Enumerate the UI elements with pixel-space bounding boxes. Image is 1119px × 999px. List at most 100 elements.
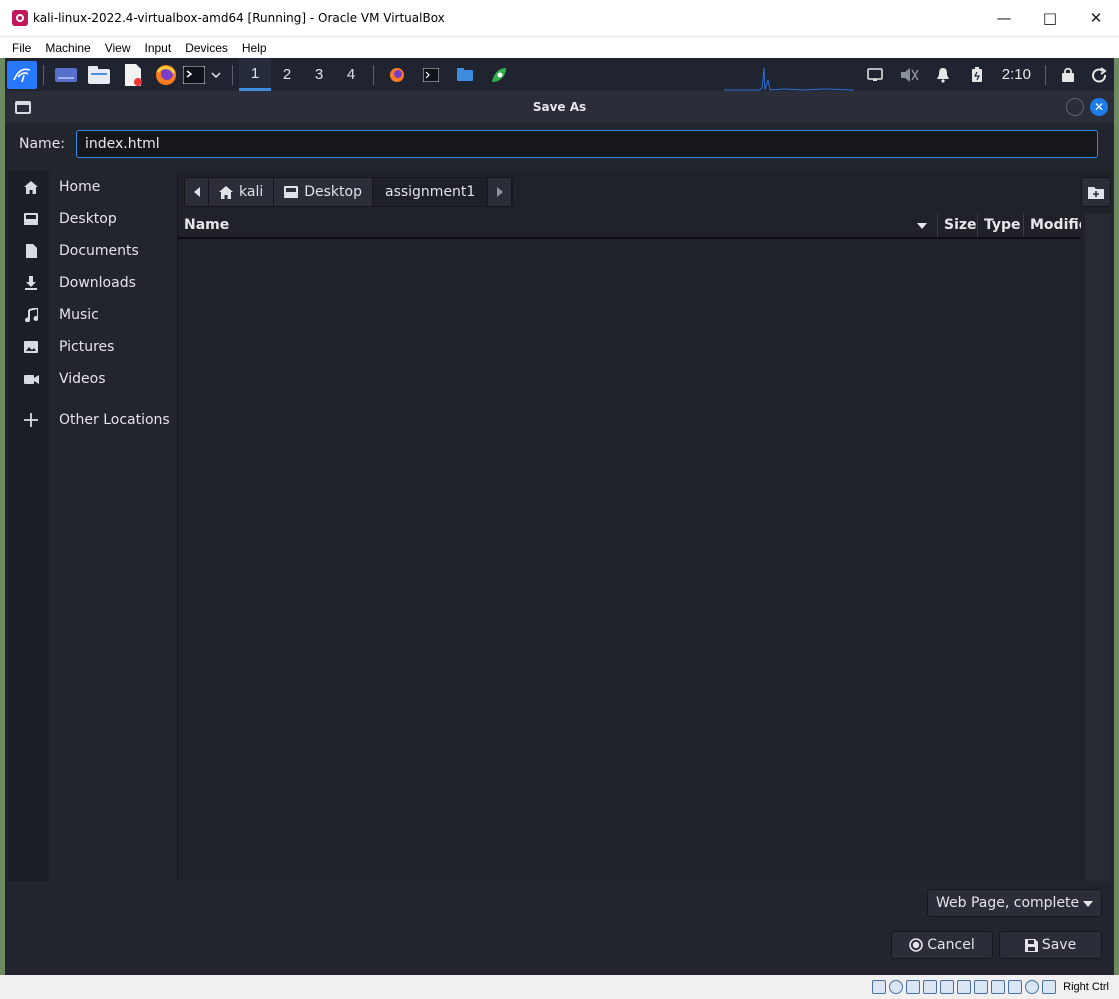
new-folder-button[interactable] <box>1081 177 1111 207</box>
column-label: Type <box>984 217 1021 233</box>
display-icon[interactable] <box>974 980 989 994</box>
workspace-4[interactable]: 4 <box>335 58 367 91</box>
menu-file[interactable]: File <box>5 41 38 55</box>
cancel-label: Cancel <box>927 937 975 953</box>
menu-view[interactable]: View <box>98 41 138 55</box>
places-sidebar: Home Desktop Documents Downloads Music P… <box>23 171 178 881</box>
music-icon <box>23 307 39 323</box>
column-size[interactable]: Size <box>938 213 978 237</box>
terminal-icon[interactable] <box>182 58 206 91</box>
task-terminal-icon[interactable] <box>414 58 448 91</box>
panel-clock[interactable]: 2:10 <box>994 66 1039 83</box>
breadcrumb-desktop[interactable]: Desktop <box>274 178 373 206</box>
kali-dragon-icon <box>13 68 31 82</box>
video-icon <box>23 371 39 387</box>
firefox-icon[interactable] <box>150 58 182 91</box>
dialog-title: Save As <box>532 100 587 114</box>
dropdown-arrow-icon <box>1083 901 1093 907</box>
notification-bell-icon[interactable] <box>926 58 960 91</box>
menu-machine[interactable]: Machine <box>38 41 97 55</box>
workspace-3[interactable]: 3 <box>303 58 335 91</box>
dialog-header: Save As ✕ <box>5 91 1114 123</box>
menu-devices[interactable]: Devices <box>178 41 235 55</box>
chevron-left-icon <box>193 187 200 197</box>
column-modified[interactable]: Modifie <box>1024 213 1081 237</box>
workspace-1[interactable]: 1 <box>239 58 271 91</box>
column-name[interactable]: Name <box>178 213 938 237</box>
host-window-title: kali-linux-2022.4-virtualbox-amd64 [Runn… <box>33 11 445 25</box>
plus-icon <box>23 412 39 428</box>
volume-muted-icon[interactable] <box>892 58 926 91</box>
breadcrumb-kali[interactable]: kali <box>209 178 275 206</box>
picture-icon <box>23 339 39 355</box>
network-icon[interactable] <box>858 58 892 91</box>
place-other-locations[interactable]: Other Locations <box>8 404 178 436</box>
minimize-button[interactable]: — <box>981 0 1027 36</box>
place-documents[interactable]: Documents <box>8 235 178 267</box>
file-manager-icon[interactable] <box>82 58 116 91</box>
network-adapter-icon[interactable] <box>923 980 938 994</box>
save-label: Save <box>1041 937 1077 953</box>
file-list[interactable] <box>178 239 1081 881</box>
audio-icon[interactable] <box>906 980 921 994</box>
vt-x-icon[interactable] <box>1008 980 1023 994</box>
chevron-down-icon[interactable] <box>206 58 226 91</box>
breadcrumb-forward-button[interactable] <box>488 178 513 206</box>
save-button[interactable]: Save <box>999 931 1102 959</box>
keyboard-capture-icon[interactable] <box>1042 980 1057 994</box>
place-label: Downloads <box>59 275 136 291</box>
place-label: Home <box>59 179 101 195</box>
optical-drive-icon[interactable] <box>889 980 904 994</box>
breadcrumb: kali Desktop assignment1 <box>184 177 514 207</box>
power-icon[interactable] <box>1084 58 1114 91</box>
scrollbar[interactable] <box>1085 213 1111 881</box>
place-home[interactable]: Home <box>8 171 178 203</box>
cancel-button[interactable]: Cancel <box>891 931 993 959</box>
document-icon <box>23 243 39 259</box>
task-app-icon[interactable] <box>482 58 516 91</box>
place-desktop[interactable]: Desktop <box>8 203 178 235</box>
vbox-status-bar: Right Ctrl <box>0 975 1119 999</box>
maximize-button[interactable]: □ <box>1027 0 1073 36</box>
column-header: Name Size Type Modifie <box>178 213 1081 239</box>
lock-icon[interactable] <box>1052 58 1084 91</box>
home-icon <box>219 185 233 199</box>
column-label: Size <box>944 217 977 233</box>
text-editor-icon[interactable] <box>116 58 150 91</box>
place-label: Desktop <box>59 211 117 227</box>
battery-icon[interactable] <box>960 58 994 91</box>
usb-icon[interactable] <box>940 980 955 994</box>
virtualbox-icon <box>12 10 28 26</box>
place-music[interactable]: Music <box>8 299 178 331</box>
recording-icon[interactable] <box>991 980 1006 994</box>
guest-screen: 1 2 3 4 2:10 Save As ✕ Name: index.html … <box>5 58 1114 975</box>
host-title-bar: kali-linux-2022.4-virtualbox-amd64 [Runn… <box>0 0 1119 37</box>
filename-input[interactable] <box>76 129 1098 158</box>
name-label: Name: <box>19 135 66 152</box>
place-label: Videos <box>59 371 106 387</box>
shared-folder-icon[interactable] <box>957 980 972 994</box>
column-type[interactable]: Type <box>978 213 1024 237</box>
save-as-dialog: Save As ✕ Name: Home <box>5 91 1114 975</box>
kali-menu-button[interactable] <box>7 60 37 89</box>
breadcrumb-label: assignment1 <box>384 184 476 200</box>
task-folder-icon[interactable] <box>448 58 482 91</box>
place-videos[interactable]: Videos <box>8 363 178 395</box>
breadcrumb-back-button[interactable] <box>185 178 209 206</box>
file-type-dropdown[interactable]: Web Page, complete <box>927 889 1102 917</box>
close-window-button[interactable]: ✕ <box>1073 0 1119 36</box>
place-label: Music <box>59 307 99 323</box>
place-downloads[interactable]: Downloads <box>8 267 178 299</box>
menu-help[interactable]: Help <box>235 41 274 55</box>
breadcrumb-assignment1[interactable]: assignment1 <box>372 178 489 206</box>
mouse-integration-icon[interactable] <box>1025 980 1040 994</box>
task-firefox-icon[interactable] <box>380 58 414 91</box>
file-type-label: Web Page, complete <box>936 895 1080 911</box>
menu-input[interactable]: Input <box>138 41 179 55</box>
hard-disk-icon[interactable] <box>872 980 887 994</box>
workspace-2[interactable]: 2 <box>271 58 303 91</box>
place-pictures[interactable]: Pictures <box>8 331 178 363</box>
home-icon <box>23 179 39 195</box>
show-desktop-icon[interactable] <box>50 58 82 91</box>
column-label: Modifie <box>1030 217 1081 233</box>
